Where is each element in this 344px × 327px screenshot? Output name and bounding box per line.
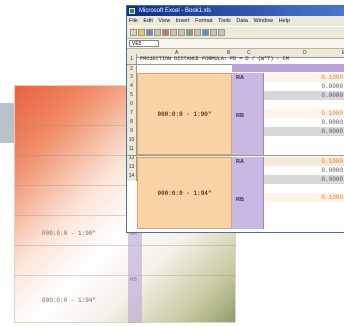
- block-label-faded: 000:0:0 - 1:94": [42, 297, 97, 304]
- group-label[interactable]: RB: [236, 113, 244, 119]
- block-label-cell[interactable]: 000:0:0 - 1:94": [137, 157, 232, 229]
- row-divider: [127, 155, 344, 156]
- paste-icon[interactable]: [194, 29, 201, 36]
- open-folder-icon[interactable]: [138, 29, 145, 36]
- group-label-faded: RB: [130, 277, 137, 283]
- group-label[interactable]: RA: [236, 159, 244, 165]
- row-number[interactable]: 11: [127, 145, 137, 154]
- value-cell[interactable]: 0.0000: [264, 166, 344, 175]
- menu-insert[interactable]: Insert: [176, 18, 190, 24]
- value-cell[interactable]: 0.0000: [264, 175, 344, 184]
- value-cell[interactable]: 0.0000: [264, 127, 344, 136]
- group-label[interactable]: RA: [236, 75, 244, 81]
- format-painter-icon[interactable]: [202, 29, 209, 36]
- cut-icon[interactable]: [178, 29, 185, 36]
- save-icon[interactable]: [146, 29, 153, 36]
- print-preview-icon[interactable]: [162, 29, 169, 36]
- row-number[interactable]: 3: [127, 73, 137, 82]
- row-number[interactable]: 8: [127, 118, 137, 127]
- value-cell[interactable]: 0.0000: [264, 82, 344, 91]
- row-number[interactable]: 14: [127, 172, 137, 181]
- value-cell[interactable]: 0.0000: [264, 91, 344, 100]
- menu-view[interactable]: View: [158, 18, 170, 24]
- standard-toolbar: [127, 26, 344, 39]
- menu-bar: File Edit View Insert Format Tools Data …: [127, 16, 344, 26]
- formula-bar: VE5: [127, 39, 344, 49]
- row-number[interactable]: 10: [127, 136, 137, 145]
- print-icon[interactable]: [154, 29, 161, 36]
- menu-help[interactable]: Help: [279, 18, 290, 24]
- row-number[interactable]: 4: [127, 82, 137, 91]
- excel-window: Microsoft Excel - Book1.xls File Edit Vi…: [126, 5, 344, 233]
- row-number[interactable]: 13: [127, 163, 137, 172]
- menu-window[interactable]: Window: [253, 18, 273, 24]
- row-number[interactable]: 6: [127, 100, 137, 109]
- value-cell[interactable]: 0.1000: [264, 73, 344, 82]
- value-cell[interactable]: 0.1000: [264, 157, 344, 166]
- title-bar: Microsoft Excel - Book1.xls: [127, 6, 344, 16]
- row-number[interactable]: 7: [127, 109, 137, 118]
- violet-header-band: [232, 64, 344, 72]
- menu-tools[interactable]: Tools: [218, 18, 231, 24]
- row-number[interactable]: 9: [127, 127, 137, 136]
- value-cell[interactable]: 0.0000: [264, 118, 344, 127]
- block-label-faded: 000:0:0 - 1:90": [42, 230, 97, 237]
- row-number[interactable]: 1: [127, 54, 137, 64]
- value-cell[interactable]: 0.1000: [264, 193, 344, 202]
- row-number[interactable]: 2: [127, 65, 137, 73]
- row-number[interactable]: 5: [127, 91, 137, 100]
- value-cell[interactable]: 0.1000: [264, 109, 344, 118]
- new-document-icon[interactable]: [130, 29, 137, 36]
- group-column: [232, 157, 264, 229]
- excel-icon: [129, 8, 135, 14]
- menu-file[interactable]: File: [129, 18, 138, 24]
- menu-data[interactable]: Data: [236, 18, 248, 24]
- menu-format[interactable]: Format: [195, 18, 212, 24]
- group-label[interactable]: RB: [236, 197, 244, 203]
- block-label-cell[interactable]: 000:0:0 - 1:90": [137, 73, 232, 155]
- copy-icon[interactable]: [186, 29, 193, 36]
- grid-line: [14, 275, 236, 276]
- grid-line: [14, 245, 236, 246]
- name-box[interactable]: VE5: [129, 40, 159, 47]
- window-title: Microsoft Excel - Book1.xls: [139, 8, 212, 14]
- redo-icon[interactable]: [218, 29, 225, 36]
- undo-icon[interactable]: [210, 29, 217, 36]
- formula-text-cell[interactable]: PROJECTION DISTANCE FORMULA: PD = D / (W…: [137, 54, 344, 64]
- spelling-icon[interactable]: [170, 29, 177, 36]
- menu-edit[interactable]: Edit: [143, 18, 152, 24]
